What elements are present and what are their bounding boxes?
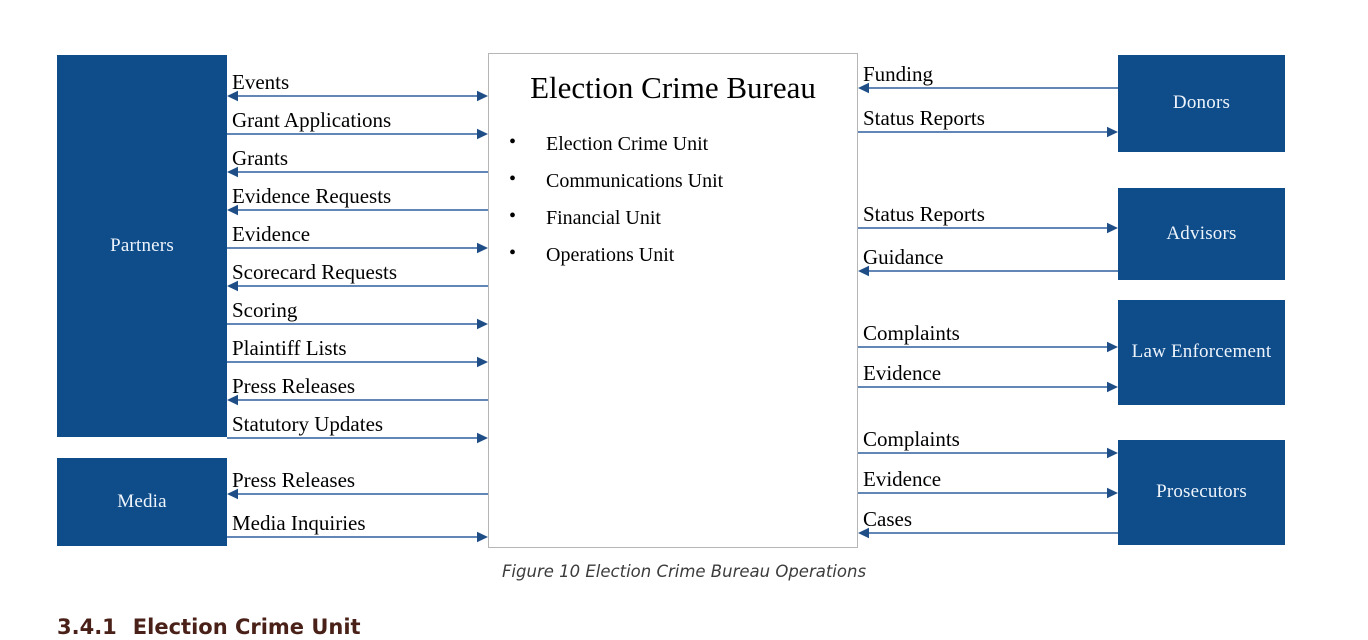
entity-box-law-enforcement: Law Enforcement (1118, 300, 1285, 405)
flow-label: Events (232, 70, 290, 94)
flow-label: Evidence (232, 222, 311, 246)
flow-label: Evidence (863, 467, 942, 491)
bureau-title: Election Crime Bureau (530, 70, 816, 105)
flow-advisors-status-reports: Status Reports (858, 202, 1118, 234)
flow-partners-events: Events (227, 70, 488, 102)
flow-arrow-right (858, 126, 1118, 138)
flow-arrow-right (858, 447, 1118, 459)
flow-partners-press-releases: Press Releases (227, 374, 488, 406)
entity-box-advisors: Advisors (1118, 188, 1285, 280)
entity-label-donors: Donors (1172, 92, 1231, 114)
flow-arrow-right (858, 222, 1118, 234)
flow-prosecutors-evidence: Evidence (858, 467, 1118, 499)
section-heading: 3.4.1 Election Crime Unit (57, 615, 361, 639)
flow-partners-plaintiff-lists: Plaintiff Lists (227, 336, 488, 368)
flow-label: Status Reports (863, 202, 985, 226)
flow-label: Press Releases (232, 468, 356, 492)
flow-donors-funding: Funding (858, 62, 1118, 94)
flow-advisors-guidance: Guidance (858, 245, 1118, 277)
flow-arrow-left (227, 166, 488, 178)
flow-label: Evidence (863, 361, 942, 385)
entity-box-election-crime-bureau: Election Crime Bureau Election Crime Uni… (488, 53, 858, 548)
flow-arrow-right (858, 381, 1118, 393)
flow-label: Funding (863, 62, 934, 86)
flow-partners-grant-applications: Grant Applications (227, 108, 488, 140)
bureau-unit-item: Communications Unit (489, 169, 857, 191)
flow-arrow-left (858, 265, 1118, 277)
entity-box-donors: Donors (1118, 55, 1285, 152)
figure-caption: Figure 10 Election Crime Bureau Operatio… (501, 562, 867, 581)
flow-label: Scorecard Requests (232, 260, 398, 284)
flow-partners-scoring: Scoring (227, 298, 488, 330)
flow-label: Plaintiff Lists (232, 336, 347, 360)
flow-partners-scorecard-requests: Scorecard Requests (227, 260, 488, 292)
flow-arrow-right (858, 487, 1118, 499)
election-crime-bureau-diagram: Partners Media Election Crime Bureau Ele… (0, 0, 1368, 640)
entity-box-prosecutors: Prosecutors (1118, 440, 1285, 545)
flow-partners-evidence-requests: Evidence Requests (227, 184, 488, 216)
flow-label: Cases (863, 507, 912, 531)
flow-arrow-right (227, 432, 488, 444)
section-title: Election Crime Unit (132, 615, 361, 639)
flow-label: Status Reports (863, 106, 985, 130)
flow-law-enforcement-complaints: Complaints (858, 321, 1118, 353)
entity-box-partners: Partners (57, 55, 227, 437)
flow-label: Complaints (863, 427, 960, 451)
section-number: 3.4.1 (57, 615, 117, 639)
flow-media-media-inquiries: Media Inquiries (227, 511, 488, 543)
flow-partners-evidence: Evidence (227, 222, 488, 254)
entity-label-prosecutors: Prosecutors (1156, 481, 1247, 503)
flow-law-enforcement-evidence: Evidence (858, 361, 1118, 393)
flow-arrow-left (227, 488, 488, 500)
flow-arrow-right (227, 128, 488, 140)
flow-partners-statutory-updates: Statutory Updates (227, 412, 488, 444)
flow-label: Press Releases (232, 374, 356, 398)
flow-prosecutors-complaints: Complaints (858, 427, 1118, 459)
flow-label: Grants (232, 146, 288, 170)
flow-label: Guidance (863, 245, 944, 269)
bureau-unit-list: Election Crime Unit Communications Unit … (489, 132, 857, 265)
flow-arrow-left (858, 527, 1118, 539)
flow-label: Evidence Requests (232, 184, 392, 208)
flow-arrow-right (227, 318, 488, 330)
flow-arrow-right (227, 531, 488, 543)
flow-donors-status-reports: Status Reports (858, 106, 1118, 138)
flow-arrow-right (858, 341, 1118, 353)
entity-label-partners: Partners (110, 234, 174, 256)
flow-label: Grant Applications (232, 108, 392, 132)
flow-arrow-right (227, 242, 488, 254)
flow-arrow-left (227, 204, 488, 216)
flow-arrow-left (858, 82, 1118, 94)
entity-box-media: Media (57, 458, 227, 546)
flow-arrow-left (227, 394, 488, 406)
flow-media-press-releases: Press Releases (227, 468, 488, 500)
flow-partners-grants: Grants (227, 146, 488, 178)
flow-label: Media Inquiries (232, 511, 366, 535)
entity-label-law-enforcement: Law Enforcement (1131, 341, 1272, 363)
bureau-unit-item: Operations Unit (489, 243, 857, 265)
flow-arrow-both (227, 90, 488, 102)
entity-label-media: Media (117, 490, 167, 512)
flow-arrow-left (227, 280, 488, 292)
flow-label: Complaints (863, 321, 960, 345)
flow-label: Statutory Updates (232, 412, 384, 436)
flow-prosecutors-cases: Cases (858, 507, 1118, 539)
bureau-unit-item: Financial Unit (489, 206, 857, 228)
flow-label: Scoring (232, 298, 298, 322)
entity-label-advisors: Advisors (1166, 222, 1237, 244)
flow-arrow-right (227, 356, 488, 368)
bureau-unit-item: Election Crime Unit (489, 132, 857, 154)
